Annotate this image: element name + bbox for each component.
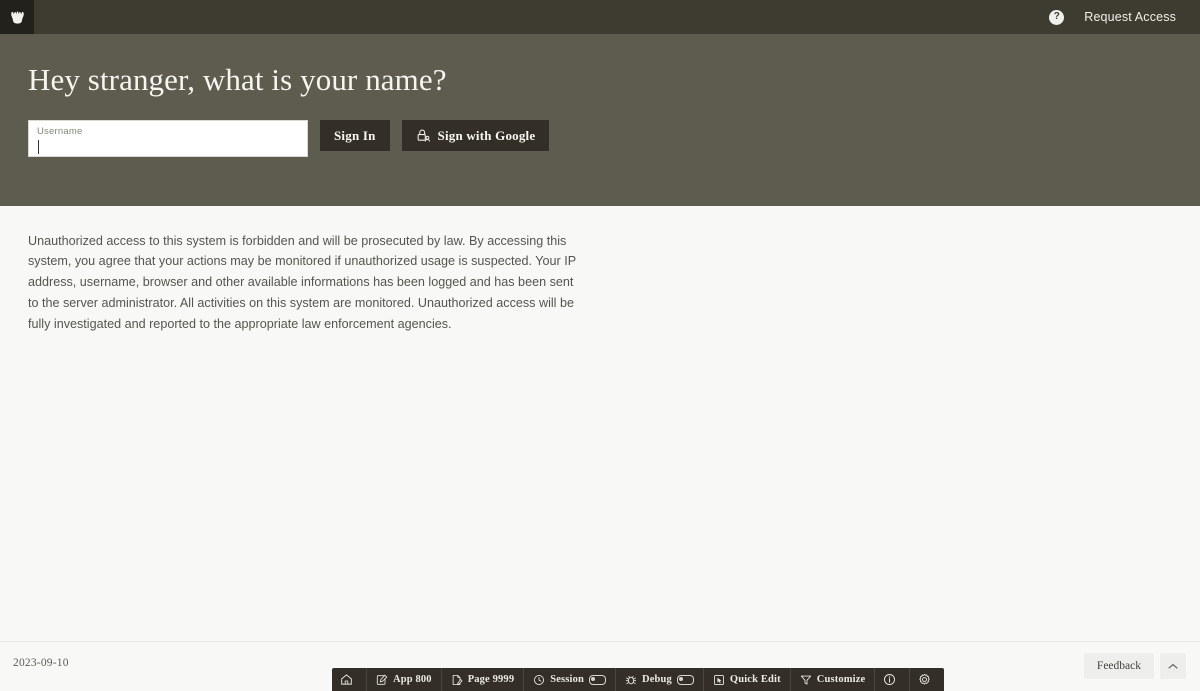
dev-toolbar-session[interactable]: Session: [524, 668, 616, 691]
dev-toolbar-page-label: Page 9999: [467, 674, 515, 685]
sign-with-google-label: Sign with Google: [437, 127, 536, 143]
request-access-link[interactable]: Request Access: [1074, 6, 1186, 28]
top-header-bar: ? Request Access: [0, 0, 1200, 34]
sign-in-label: Sign In: [334, 127, 376, 143]
feedback-group: Feedback: [1083, 653, 1186, 679]
session-toggle[interactable]: [588, 674, 606, 685]
username-label: Username: [37, 126, 83, 137]
home-icon: [340, 673, 353, 686]
session-clock-icon: [533, 674, 545, 686]
quick-edit-icon: [713, 674, 725, 686]
dev-toolbar-customize[interactable]: Customize: [791, 668, 876, 691]
login-form: Username Sign In Sign with Google: [28, 120, 1172, 157]
lock-person-icon: [416, 128, 431, 143]
username-field-wrapper[interactable]: Username: [28, 120, 308, 157]
dev-toolbar-app-label: App 800: [393, 674, 432, 685]
page-edit-icon: [451, 674, 463, 686]
help-question-icon[interactable]: ?: [1049, 9, 1065, 25]
collapse-toolbar-button[interactable]: [1160, 653, 1186, 679]
footer-divider: [0, 641, 1200, 642]
sign-in-button[interactable]: Sign In: [320, 120, 390, 151]
login-hero-section: Hey stranger, what is your name? Usernam…: [0, 34, 1200, 206]
dev-toolbar-settings[interactable]: [910, 668, 944, 691]
dev-toolbar-customize-label: Customize: [816, 674, 866, 685]
footer-date: 2023-09-10: [13, 657, 69, 669]
debug-bug-icon: [625, 674, 637, 686]
dev-toolbar-app[interactable]: App 800: [367, 668, 442, 691]
text-caret: [38, 140, 39, 154]
legal-notice-text: Unauthorized access to this system is fo…: [28, 233, 576, 331]
dev-toolbar-page[interactable]: Page 9999: [442, 668, 525, 691]
crown-logo-icon: [9, 10, 26, 25]
dev-toolbar-session-label: Session: [550, 674, 584, 685]
customize-icon: [800, 674, 812, 686]
feedback-button[interactable]: Feedback: [1083, 653, 1154, 679]
dev-toolbar-info[interactable]: [875, 668, 911, 691]
dev-toolbar-quick-edit[interactable]: Quick Edit: [704, 668, 791, 691]
username-input[interactable]: [37, 138, 299, 154]
dev-toolbar-home[interactable]: [332, 668, 367, 691]
info-icon: [883, 673, 896, 686]
debug-toggle[interactable]: [676, 674, 694, 685]
developer-toolbar: App 800 Page 9999 Session Debug Quick Ed…: [332, 668, 945, 691]
app-logo[interactable]: [0, 0, 34, 34]
header-actions: ? Request Access: [1049, 6, 1200, 28]
app-edit-icon: [376, 674, 388, 686]
chevron-up-icon: [1168, 663, 1178, 670]
sign-with-google-button[interactable]: Sign with Google: [401, 120, 550, 151]
gear-icon: [918, 673, 931, 686]
dev-toolbar-debug-label: Debug: [641, 674, 672, 685]
dev-toolbar-quick-edit-label: Quick Edit: [729, 674, 781, 685]
page-title: Hey stranger, what is your name?: [28, 62, 447, 97]
dev-toolbar-debug[interactable]: Debug: [616, 668, 704, 691]
